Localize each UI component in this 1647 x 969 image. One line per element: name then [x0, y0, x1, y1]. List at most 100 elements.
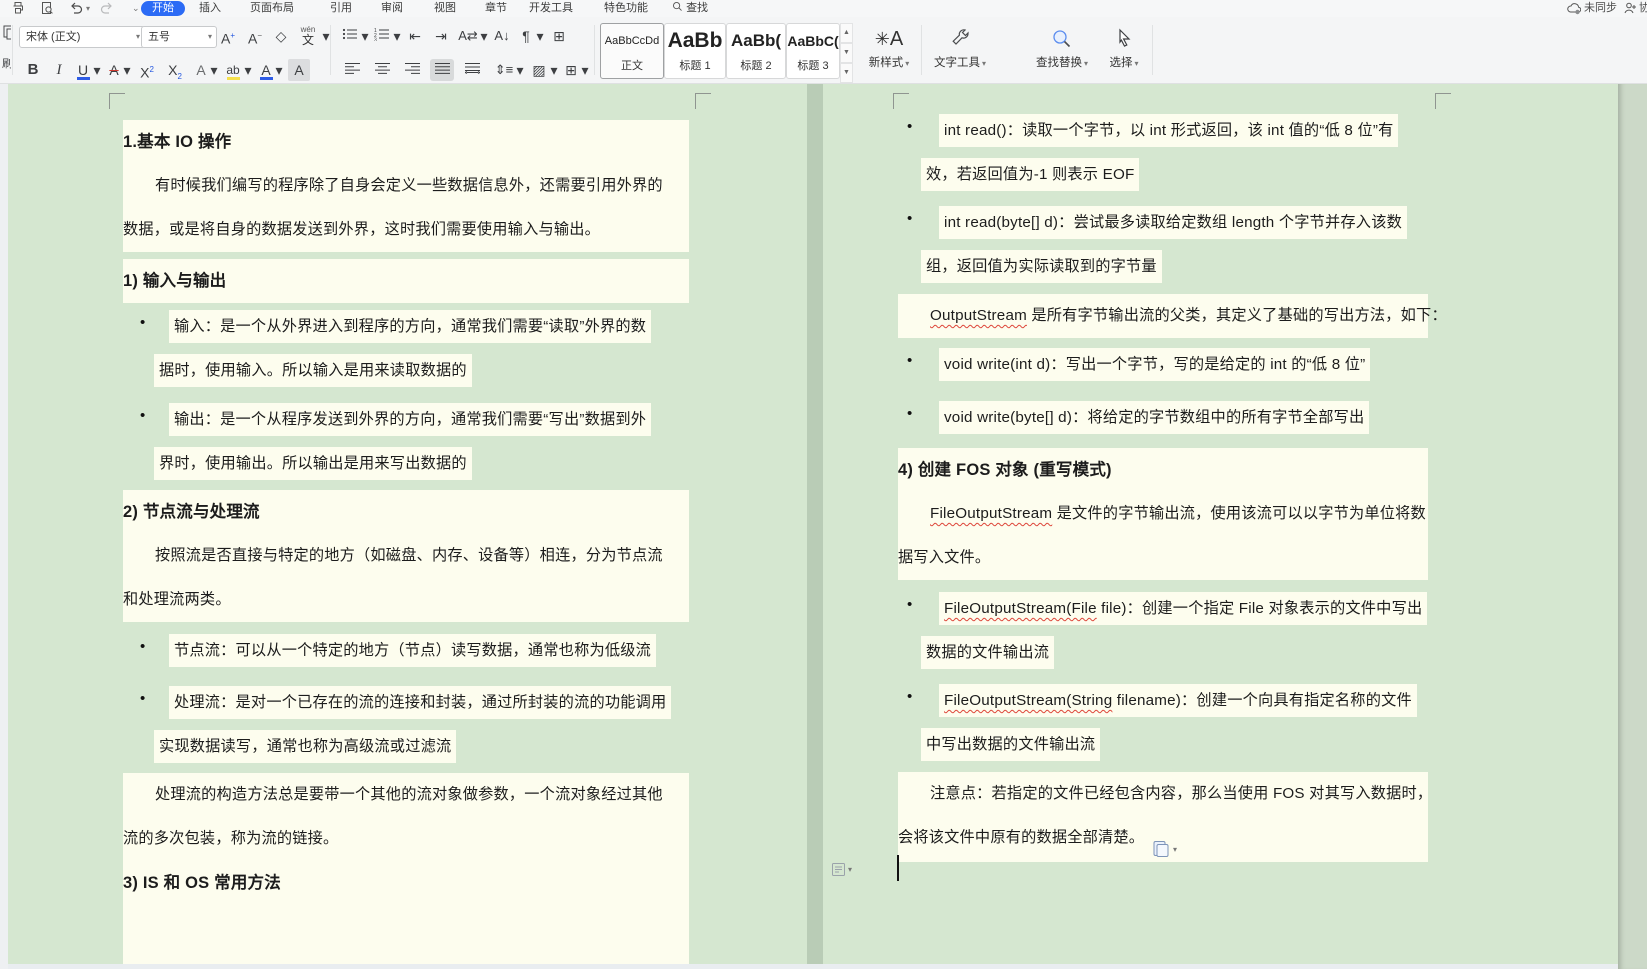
align-right-icon[interactable] [400, 59, 424, 81]
text-effects-dropdown[interactable]: ▾ [210, 59, 218, 81]
tab-dev-tools[interactable]: 开发工具 [529, 1, 573, 16]
font-name-select[interactable]: 宋体 (正文)▾ [19, 26, 145, 48]
select-button[interactable]: 选择▾ [1102, 23, 1146, 72]
underline-icon[interactable]: U [73, 59, 93, 81]
superscript-icon[interactable]: X2 [135, 59, 159, 81]
bullet-list-icon[interactable] [340, 25, 360, 47]
tab-review[interactable]: 审阅 [381, 1, 403, 16]
show-marks-icon[interactable]: ¶ [516, 25, 536, 47]
decrease-indent-icon[interactable]: ⇤ [404, 25, 426, 47]
style-gallery-scroll[interactable]: ▲ ▼ ▼ [840, 23, 853, 77]
search-icon [672, 1, 683, 12]
bullet-item: • FileOutputStream(File file)：创建一个指定 Fil… [898, 587, 1452, 675]
shading-icon[interactable]: ▨ [528, 59, 550, 81]
tab-section[interactable]: 章节 [485, 1, 507, 16]
numbered-list-dropdown[interactable]: ▾ [393, 25, 401, 47]
page-right[interactable]: • int read()：读取一个字节，以 int 形式返回，该 int 值的“… [823, 83, 1618, 964]
bullet-list-dropdown[interactable]: ▾ [361, 25, 369, 47]
style-heading3[interactable]: AaBbC( 标题 3 [786, 23, 840, 79]
strikethrough-dropdown[interactable]: ▾ [123, 59, 131, 81]
find-replace-icon [1026, 23, 1098, 55]
pinyin-guide-icon[interactable]: wén 文 [295, 25, 321, 47]
text-effects-icon[interactable]: A [191, 59, 211, 81]
clear-format-icon[interactable]: ◇ [270, 25, 292, 47]
increase-font-icon[interactable]: A+ [216, 25, 240, 47]
justify-icon[interactable] [430, 59, 454, 81]
format-painter-partial[interactable]: 刷 [0, 17, 11, 83]
bullet-icon: • [140, 638, 145, 655]
align-center-icon[interactable] [370, 59, 394, 81]
new-style-button[interactable]: ✳A 新样式▾ [860, 23, 918, 72]
font-color-dropdown[interactable]: ▾ [275, 59, 283, 81]
paste-options-button[interactable]: ▾ [1151, 839, 1177, 859]
undo-icon[interactable] [69, 1, 83, 16]
undo-dropdown[interactable]: ▾ [86, 4, 90, 19]
divider [12, 25, 13, 75]
bullet-icon: • [907, 405, 912, 422]
tab-insert[interactable]: 插入 [199, 1, 221, 16]
italic-icon[interactable]: I [50, 59, 68, 81]
style-gallery-more-icon[interactable]: ▼ [840, 63, 853, 83]
distribute-icon[interactable] [460, 59, 484, 81]
tab-references[interactable]: 引用 [330, 1, 352, 16]
borders-dropdown[interactable]: ▾ [581, 59, 589, 81]
margin-mark [109, 93, 125, 109]
spellcheck-word: FileOutputStream(String [944, 692, 1112, 709]
char-scaling-dropdown[interactable]: ▾ [480, 25, 488, 47]
bullet-icon: • [907, 118, 912, 135]
font-color-icon[interactable]: A [256, 59, 276, 81]
style-heading1[interactable]: AaBb 标题 1 [664, 23, 726, 79]
redo-icon[interactable] [100, 1, 114, 16]
spellcheck-word: FileOutputStream(File [944, 600, 1097, 617]
borders-icon[interactable]: ⊞ [560, 59, 582, 81]
margin-mark [893, 93, 909, 109]
strikethrough-icon[interactable]: A [104, 59, 124, 81]
numbered-list-icon[interactable]: 123 [372, 25, 392, 47]
show-marks-dropdown[interactable]: ▾ [536, 25, 544, 47]
svg-text:3: 3 [374, 38, 377, 42]
page-left[interactable]: 1.基本 IO 操作 有时候我们编写的程序除了自身会定义一些数据信息外，还需要引… [8, 83, 807, 964]
subscript-icon[interactable]: X2 [163, 59, 187, 81]
heading: 1) 输入与输出 [123, 259, 689, 303]
bullet-item: • 输入：是一个从外界进入到程序的方向，通常我们需要“读取”外界的数 据时，使用… [123, 305, 689, 393]
cloud-sync-icon[interactable] [1566, 1, 1581, 16]
find-replace-button[interactable]: 查找替换▾ [1026, 23, 1098, 72]
char-scaling-icon[interactable]: A⇄ [456, 25, 480, 47]
line-spacing-icon[interactable]: ⇕≡ [492, 59, 516, 81]
highlight-dropdown[interactable]: ▾ [244, 59, 252, 81]
underline-dropdown[interactable]: ▾ [93, 59, 101, 81]
bold-icon[interactable]: B [22, 59, 44, 81]
style-scroll-up-icon[interactable]: ▲ [840, 23, 853, 43]
paragraph-layout-button[interactable]: ▾ [831, 861, 852, 879]
tab-view[interactable]: 视图 [434, 1, 456, 16]
tab-stops-icon[interactable]: ⊞ [548, 25, 570, 47]
pinyin-dropdown[interactable]: ▾ [322, 25, 330, 47]
text-tools-button[interactable]: 文字工具▾ [926, 23, 994, 72]
bullet-icon: • [140, 690, 145, 707]
increase-indent-icon[interactable]: ⇥ [430, 25, 452, 47]
tab-home[interactable]: 开始 [141, 1, 185, 16]
collaborate-icon[interactable] [1623, 1, 1637, 16]
line-spacing-dropdown[interactable]: ▾ [516, 59, 524, 81]
align-left-icon[interactable] [340, 59, 364, 81]
decrease-font-icon[interactable]: A− [243, 25, 267, 47]
paragraph-block: 1) 输入与输出 [123, 259, 689, 303]
tab-special-features[interactable]: 特色功能 [604, 1, 648, 16]
highlight-color-icon[interactable]: ab [222, 59, 244, 81]
sort-icon[interactable]: A↓ [490, 25, 514, 47]
print-preview-icon[interactable] [40, 1, 54, 16]
shading-dropdown[interactable]: ▾ [550, 59, 558, 81]
char-shading-icon[interactable]: A [288, 59, 310, 81]
tab-page-layout[interactable]: 页面布局 [250, 1, 294, 16]
style-normal[interactable]: AaBbCcDd 正文 [600, 23, 664, 79]
bullet-item: • void write(int d)：写出一个字节，写的是给定的 int 的“… [898, 343, 1452, 387]
heading: 4) 创建 FOS 对象 (重写模式) [898, 448, 1428, 492]
font-size-select[interactable]: 五号▾ [141, 26, 217, 48]
style-heading2[interactable]: AaBb( 标题 2 [726, 23, 786, 79]
toolbar-more-icon[interactable]: ⌄ [132, 3, 140, 18]
bullet-item: • 输出：是一个从程序发送到外界的方向，通常我们需要“写出”数据到外 界时，使用… [123, 398, 689, 486]
menu-find[interactable]: 查找 [672, 1, 708, 16]
style-scroll-down-icon[interactable]: ▼ [840, 43, 853, 63]
margin-mark [1435, 93, 1451, 109]
print-icon[interactable] [11, 1, 25, 16]
